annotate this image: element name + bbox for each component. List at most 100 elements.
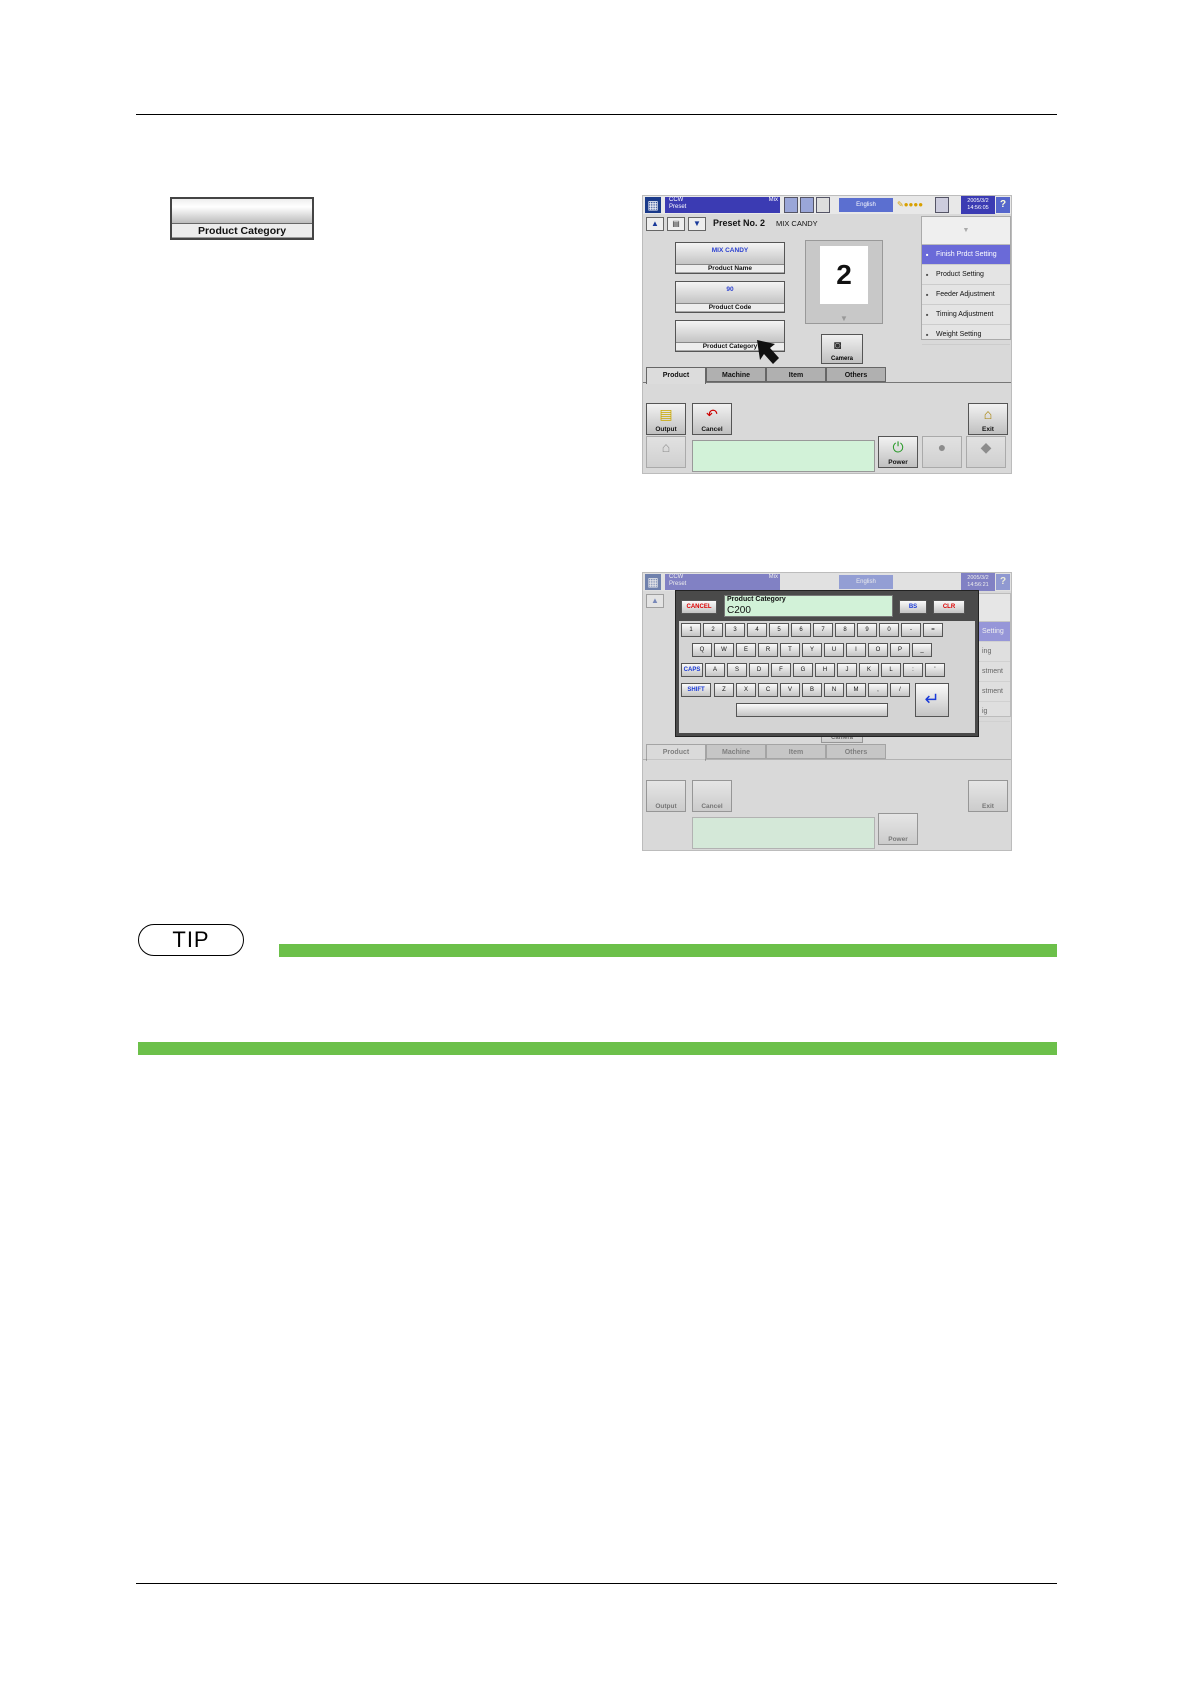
menu-item-weight-setting[interactable]: Weight Setting [922, 325, 1010, 345]
key[interactable]: H [815, 663, 835, 677]
key[interactable]: G [793, 663, 813, 677]
key[interactable]: N [824, 683, 844, 697]
output-button[interactable]: ▤ Output [646, 403, 686, 435]
cancel-button[interactable]: ↶ Cancel [692, 403, 732, 435]
tab-others[interactable]: Others [826, 367, 886, 382]
key[interactable]: V [780, 683, 800, 697]
key[interactable]: E [736, 643, 756, 657]
menu-item-finish-prdct-setting[interactable]: Finish Prdct Setting [922, 245, 1010, 265]
mode-indicator: CCW Preset Mix [665, 197, 780, 213]
scale-icon[interactable] [816, 197, 830, 213]
home-button[interactable]: ⌂ [646, 436, 686, 468]
product-name-value: MIX CANDY [711, 247, 749, 254]
enter-key-icon[interactable]: ↵ [915, 683, 949, 717]
keyboard-clear-button[interactable]: CLR [933, 600, 965, 614]
key[interactable]: S [727, 663, 747, 677]
screen-keyboard: ▦ CCW Preset Mix English 2005/3/2 14:56:… [642, 572, 1012, 851]
key[interactable]: R [758, 643, 778, 657]
key[interactable]: 1 [681, 623, 701, 637]
tab-product[interactable]: Product [646, 367, 706, 384]
key[interactable]: L [881, 663, 901, 677]
key[interactable]: X [736, 683, 756, 697]
monitor-icon[interactable] [935, 197, 949, 213]
caps-key[interactable]: CAPS [681, 663, 703, 677]
power-label: Power [888, 836, 908, 843]
key[interactable]: I [846, 643, 866, 657]
power-button[interactable]: ⏻ Power [878, 436, 918, 468]
key[interactable]: / [890, 683, 910, 697]
cancel-button: Cancel [692, 780, 732, 812]
key[interactable]: Y [802, 643, 822, 657]
tip-top-bar [279, 944, 1057, 957]
exit-button[interactable]: ⌂ Exit [968, 403, 1008, 435]
tab-machine[interactable]: Machine [706, 367, 766, 382]
space-key[interactable] [736, 703, 888, 717]
key[interactable]: _ [912, 643, 932, 657]
list-icon[interactable]: ▤ [667, 217, 685, 231]
product-category-label: Product Category [172, 223, 312, 237]
key[interactable]: Z [714, 683, 734, 697]
key[interactable]: 4 [747, 623, 767, 637]
key[interactable]: = [923, 623, 943, 637]
key[interactable]: 8 [835, 623, 855, 637]
key[interactable]: M [846, 683, 866, 697]
menu-item-product-setting[interactable]: Product Setting [922, 265, 1010, 285]
key[interactable]: P [890, 643, 910, 657]
down-arrow-icon[interactable]: ▼ [688, 217, 706, 231]
stop-button[interactable]: ◆ [966, 436, 1006, 468]
key[interactable]: Q [692, 643, 712, 657]
cancel-label: Cancel [701, 803, 723, 810]
menu-item-timing-adjustment[interactable]: Timing Adjustment [922, 305, 1010, 325]
menu-scroll-up-icon[interactable]: ▼ [922, 217, 1010, 245]
up-arrow-icon[interactable]: ▲ [646, 217, 664, 231]
key[interactable]: 5 [769, 623, 789, 637]
status-bar: ▦ CCW Preset Mix English ✎●●●● 2005/3/2 … [643, 196, 1011, 214]
key[interactable]: 3 [725, 623, 745, 637]
key[interactable]: F [771, 663, 791, 677]
product-code-button[interactable]: 90 Product Code [675, 281, 785, 313]
key[interactable]: - [901, 623, 921, 637]
undo-icon: ↶ [706, 406, 718, 422]
key[interactable]: 7 [813, 623, 833, 637]
output-button: Output [646, 780, 686, 812]
grid-icon[interactable]: ▦ [645, 197, 661, 213]
key[interactable]: 9 [857, 623, 877, 637]
camera-button[interactable]: ◙ Camera [821, 334, 863, 364]
product-name-button[interactable]: MIX CANDY Product Name [675, 242, 785, 274]
chevron-down-icon: ▼ [840, 314, 848, 323]
key[interactable]: B [802, 683, 822, 697]
menu-item-feeder-adjustment[interactable]: Feeder Adjustment [922, 285, 1010, 305]
shift-key[interactable]: SHIFT [681, 683, 711, 697]
edit-icon[interactable] [784, 197, 798, 213]
key[interactable]: ' [925, 663, 945, 677]
key[interactable]: 6 [791, 623, 811, 637]
keyboard-keys: 1 2 3 4 5 6 7 8 9 0 - = Q W E R T Y U I … [679, 621, 975, 733]
door-exit-icon: ⌂ [983, 406, 993, 422]
key[interactable]: T [780, 643, 800, 657]
help-icon[interactable]: ? [996, 197, 1010, 213]
key[interactable]: J [837, 663, 857, 677]
language-select[interactable]: English [839, 198, 893, 212]
graph-icon[interactable] [800, 197, 814, 213]
key[interactable]: O [868, 643, 888, 657]
key[interactable]: C [758, 683, 778, 697]
camera-icon: ◙ [834, 338, 842, 352]
key[interactable]: D [749, 663, 769, 677]
clock-time: 14:56:21 [967, 582, 989, 588]
help-icon: ? [996, 574, 1010, 590]
key[interactable]: : [903, 663, 923, 677]
key[interactable]: 2 [703, 623, 723, 637]
key[interactable]: 0 [879, 623, 899, 637]
tab-item[interactable]: Item [766, 367, 826, 382]
keyboard-backspace-button[interactable]: BS [899, 600, 927, 614]
tab-others: Others [826, 744, 886, 759]
key[interactable]: K [859, 663, 879, 677]
start-button[interactable]: ● [922, 436, 962, 468]
key[interactable]: , [868, 683, 888, 697]
key[interactable]: W [714, 643, 734, 657]
footer-rule [136, 1583, 1057, 1584]
key[interactable]: U [824, 643, 844, 657]
keyboard-cancel-button[interactable]: CANCEL [681, 600, 717, 614]
key[interactable]: A [705, 663, 725, 677]
keyboard-input-field[interactable]: Product Category C200 [724, 595, 893, 617]
